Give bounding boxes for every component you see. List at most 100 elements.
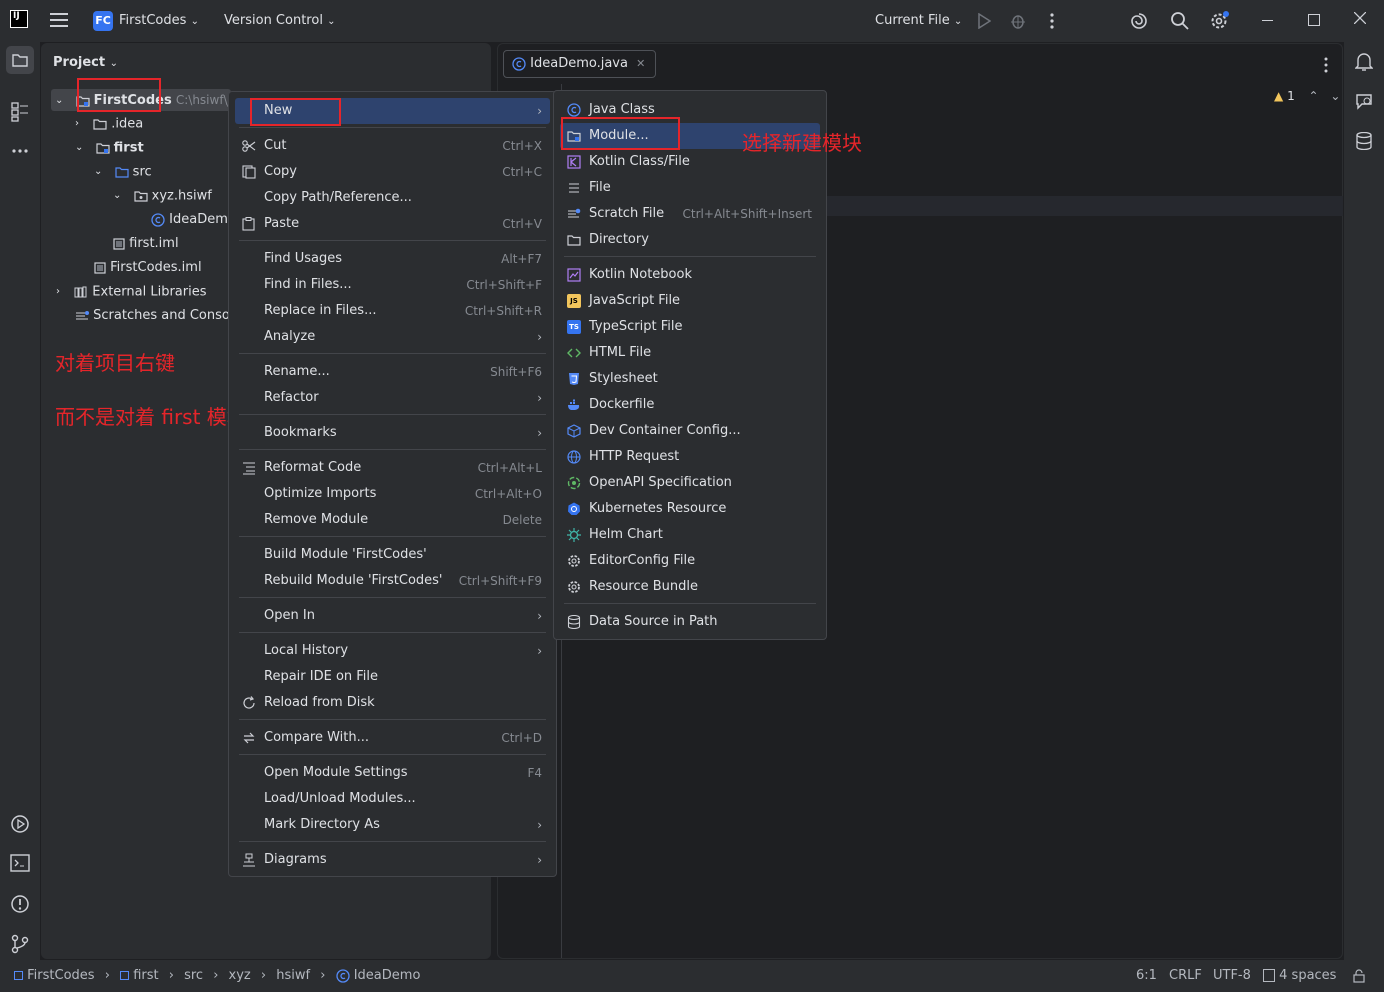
run-config-selector[interactable]: Current File ⌄ [875,13,962,28]
close-window-icon[interactable] [1354,12,1366,24]
menu-item-copy[interactable]: Copy Ctrl+C [235,159,550,185]
breadcrumb-item[interactable]: FirstCodes [27,968,94,983]
submenu-item-dev-container[interactable]: Dev Container Config... [560,418,820,444]
tree-row-idea[interactable]: › .idea [75,113,143,135]
tree-row-firstcodes-iml[interactable]: FirstCodes.iml [94,257,202,279]
menu-item-open-in[interactable]: Open In › [235,603,550,629]
menu-item-find-usages[interactable]: Find Usages Alt+F7 [235,246,550,272]
submenu-item-typescript-file[interactable]: TS TypeScript File [560,314,820,340]
menu-item-replace-in-files[interactable]: Replace in Files... Ctrl+Shift+R [235,298,550,324]
menu-item-paste[interactable]: Paste Ctrl+V [235,211,550,237]
submenu-item-editorconfig[interactable]: EditorConfig File [560,548,820,574]
breadcrumb-item[interactable]: IdeaDemo [354,968,421,983]
menu-item-cut[interactable]: Cut Ctrl+X [235,133,550,159]
menu-item-reformat-code[interactable]: Reformat Code Ctrl+Alt+L [235,455,550,481]
submenu-item-javascript-file[interactable]: JS JavaScript File [560,288,820,314]
project-selector[interactable]: FirstCodes ⌄ [119,13,199,28]
tree-row-package[interactable]: ⌄ xyz.hsiwf [113,185,212,207]
chevron-down-icon[interactable]: ⌄ [1330,89,1340,103]
run-icon[interactable] [977,13,991,29]
close-tab-icon[interactable]: ✕ [636,57,645,70]
ai-assistant-icon[interactable] [1130,12,1148,30]
submenu-item-html-file[interactable]: HTML File [560,340,820,366]
menu-item-copy-path[interactable]: Copy Path/Reference... [235,185,550,211]
inspections-widget[interactable]: ▲ 1 ⌃ ⌄ [1274,89,1340,103]
more-tools-icon[interactable] [11,148,29,154]
indent-icon [1263,969,1275,982]
menu-item-refactor[interactable]: Refactor › [235,385,550,411]
breadcrumb-item[interactable]: xyz [229,968,251,983]
submenu-item-kotlin-notebook[interactable]: Kotlin Notebook [560,262,820,288]
tree-row-first-iml[interactable]: first.iml [113,233,179,255]
project-tool-icon[interactable] [6,46,34,74]
file-encoding[interactable]: UTF-8 [1213,968,1251,983]
menu-item-build-module[interactable]: Build Module 'FirstCodes' [235,542,550,568]
menu-item-rebuild-module[interactable]: Rebuild Module 'FirstCodes' Ctrl+Shift+F9 [235,568,550,594]
tree-row-first[interactable]: ⌄ first [75,137,144,159]
menu-item-mark-directory-as[interactable]: Mark Directory As › [235,812,550,838]
problems-tool-icon[interactable] [10,894,30,914]
submenu-item-dockerfile[interactable]: Dockerfile [560,392,820,418]
tree-row-src[interactable]: ⌄ src [94,161,152,183]
search-icon[interactable] [1170,11,1190,31]
tree-row-ideademo[interactable]: IdeaDemo [151,209,236,231]
menu-item-load-unload-modules[interactable]: Load/Unload Modules... [235,786,550,812]
menu-item-analyze[interactable]: Analyze › [235,324,550,350]
git-tool-icon[interactable] [11,934,29,954]
caret-position[interactable]: 6:1 [1136,968,1157,983]
menu-item-diagrams[interactable]: Diagrams › [235,847,550,873]
lock-icon[interactable] [1352,969,1366,983]
line-ending[interactable]: CRLF [1169,968,1202,983]
chevron-right-icon: › [260,968,267,983]
menu-item-label: Build Module 'FirstCodes' [264,547,427,562]
minimize-window-icon[interactable] [1262,20,1273,21]
editor-tabs-more-icon[interactable] [1324,57,1328,73]
chevron-up-icon[interactable]: ⌃ [1309,89,1319,103]
submenu-item-stylesheet[interactable]: Stylesheet [560,366,820,392]
menu-item-optimize-imports[interactable]: Optimize Imports Ctrl+Alt+O [235,481,550,507]
breadcrumb-item[interactable]: hsiwf [276,968,310,983]
menu-item-bookmarks[interactable]: Bookmarks › [235,420,550,446]
submenu-item-helm-chart[interactable]: Helm Chart [560,522,820,548]
folder-icon [567,233,581,247]
structure-tool-icon[interactable] [11,102,29,122]
menu-item-find-in-files[interactable]: Find in Files... Ctrl+Shift+F [235,272,550,298]
main-menu-icon[interactable] [50,12,68,28]
submenu-item-http-request[interactable]: HTTP Request [560,444,820,470]
submenu-item-directory[interactable]: Directory [560,227,820,253]
submenu-item-data-source[interactable]: Data Source in Path [560,609,820,635]
tree-row-scratches[interactable]: Scratches and Console [75,305,241,327]
menu-item-reload-from-disk[interactable]: Reload from Disk [235,690,550,716]
maximize-window-icon[interactable] [1308,14,1320,26]
editor-tab-ideademo[interactable]: IdeaDemo.java ✕ [503,50,657,78]
tree-row-external-libs[interactable]: › External Libraries [56,281,207,303]
project-panel-title[interactable]: Project ⌄ [53,55,118,70]
menu-item-compare-with[interactable]: Compare With... Ctrl+D [235,725,550,751]
menu-item-rename[interactable]: Rename... Shift+F6 [235,359,550,385]
menu-item-open-module-settings[interactable]: Open Module Settings F4 [235,760,550,786]
breadcrumb-item[interactable]: src [184,968,203,983]
menu-item-repair-ide[interactable]: Repair IDE on File [235,664,550,690]
app-logo-icon[interactable]: IJ [10,10,28,28]
services-tool-icon[interactable] [10,814,30,834]
menu-item-remove-module[interactable]: Remove Module Delete [235,507,550,533]
terminal-tool-icon[interactable] [10,854,30,872]
vcs-selector[interactable]: Version Control ⌄ [224,13,335,28]
indent-setting[interactable]: 4 spaces [1263,968,1336,983]
project-badge-icon[interactable]: FC [93,11,113,31]
submenu-item-kubernetes[interactable]: Kubernetes Resource [560,496,820,522]
notifications-icon[interactable] [1355,52,1373,72]
submenu-item-openapi[interactable]: OpenAPI Specification [560,470,820,496]
menu-item-label: Resource Bundle [589,579,699,594]
submenu-item-file[interactable]: File [560,175,820,201]
database-icon[interactable] [1356,132,1372,150]
menu-item-shortcut: F4 [527,766,542,780]
ai-chat-icon[interactable] [1355,92,1375,110]
debug-icon[interactable] [1010,12,1026,30]
submenu-item-resource-bundle[interactable]: Resource Bundle [560,574,820,600]
more-actions-icon[interactable] [1049,12,1055,30]
menu-item-local-history[interactable]: Local History › [235,638,550,664]
breadcrumb-item[interactable]: first [133,968,158,983]
submenu-item-scratch-file[interactable]: Scratch File Ctrl+Alt+Shift+Insert [560,201,820,227]
settings-icon[interactable] [1209,11,1229,31]
